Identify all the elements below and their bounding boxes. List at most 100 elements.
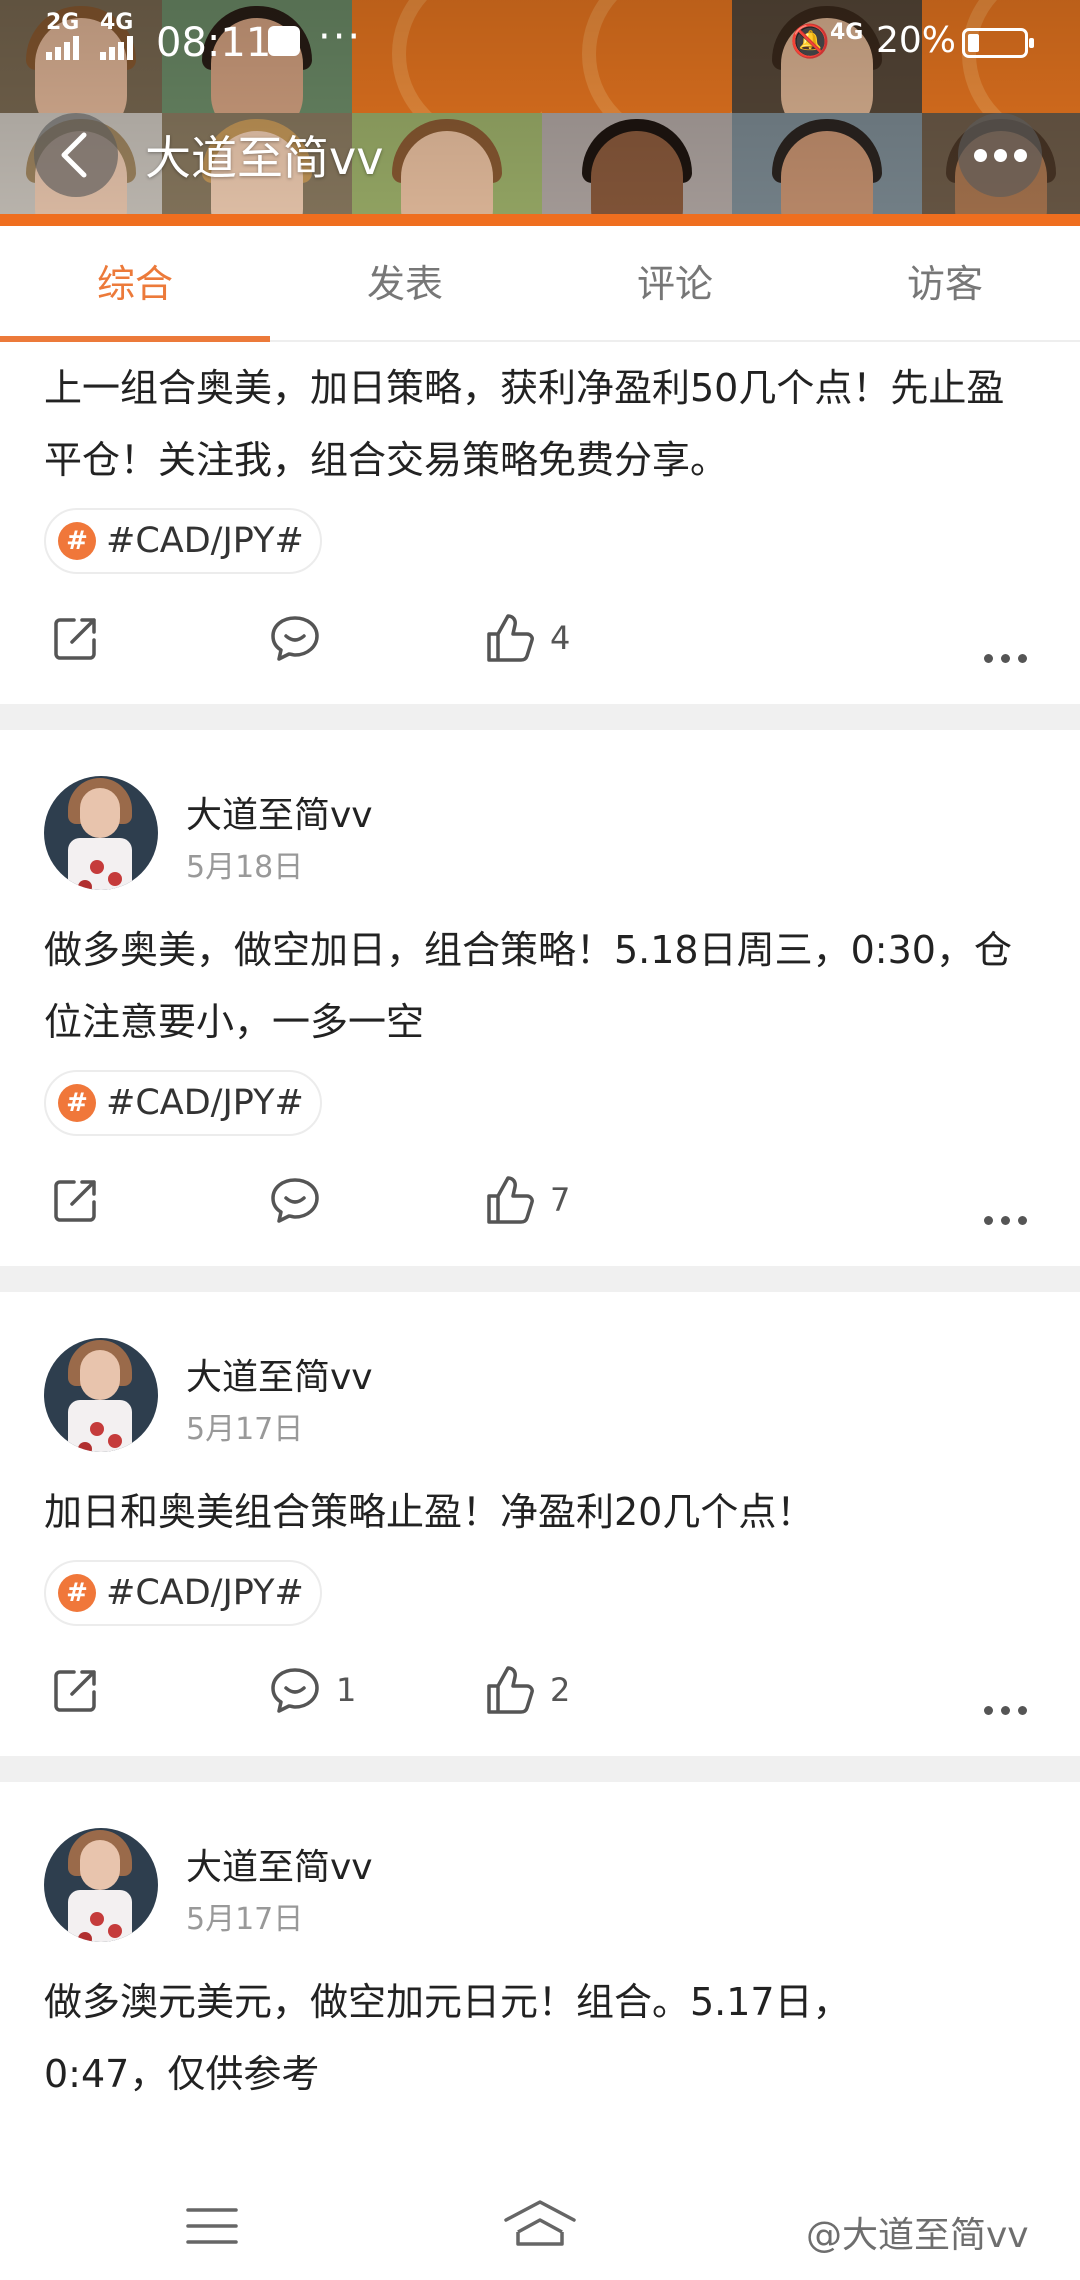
dot-icon <box>1013 148 1027 162</box>
post-header: 大道至简vv 5月17日 <box>0 1292 1080 1462</box>
share-button[interactable] <box>50 610 102 666</box>
like-count: 7 <box>550 1181 571 1219</box>
scroll-fade <box>0 2118 1080 2162</box>
post-actions: 1 2 <box>0 1626 1080 1756</box>
avatar[interactable] <box>44 776 158 890</box>
like-button[interactable]: 7 <box>482 1172 570 1228</box>
feed-post[interactable]: 大道至简vv 5月17日 加日和奥美组合策略止盈！净盈利20几个点！ # #CA… <box>0 1292 1080 1756</box>
dot-icon <box>984 653 993 663</box>
avatar[interactable] <box>44 1828 158 1942</box>
more-options-button[interactable] <box>958 113 1042 197</box>
comment-button[interactable] <box>268 1172 322 1228</box>
notification-icon <box>268 26 300 56</box>
back-arrow-icon <box>61 132 87 178</box>
like-count: 4 <box>550 619 571 657</box>
feed-post[interactable]: 上一组合奥美，加日策略，获利净盈利50几个点！先止盈平仓！关注我，组合交易策略免… <box>0 342 1080 704</box>
watermark: @大道至简vv <box>806 2215 1029 2256</box>
post-date: 5月17日 <box>186 1412 304 1447</box>
author-name[interactable]: 大道至简vv <box>186 786 373 838</box>
battery-icon <box>962 28 1034 58</box>
share-button[interactable] <box>50 1172 102 1228</box>
mute-bell-icon: 🔕 <box>790 22 830 60</box>
dot-icon <box>1018 653 1027 663</box>
topic-tag[interactable]: # #CAD/JPY# <box>44 508 322 574</box>
more-notifications-icon: ··· <box>318 14 363 60</box>
post-header: 大道至简vv 5月18日 <box>0 730 1080 900</box>
share-button[interactable] <box>50 1662 102 1718</box>
network-label: 4G <box>830 20 864 45</box>
home-button[interactable] <box>502 2198 578 2252</box>
dot-icon <box>1001 1705 1010 1715</box>
dot-icon <box>1001 1215 1010 1225</box>
cover-orange-bar <box>0 214 1080 226</box>
post-date: 5月18日 <box>186 850 304 885</box>
app-root: 2G 4G 08:11 ··· 🔕 4G 20% 大道至简vv 综合 发表 评论… <box>0 0 1080 2280</box>
battery-percent: 20% <box>876 20 957 61</box>
comment-button[interactable]: 1 <box>268 1662 356 1718</box>
topic-tag[interactable]: # #CAD/JPY# <box>44 1070 322 1136</box>
post-text: 做多澳元美元，做空加元日元！组合。5.17日， <box>44 1980 851 2024</box>
author-name[interactable]: 大道至简vv <box>186 1838 373 1890</box>
page-title: 大道至简vv <box>145 131 384 185</box>
tab-bar: 综合 发表 评论 访客 <box>0 226 1080 342</box>
post-text-continued: 0:47，仅供参考 <box>44 2052 320 2096</box>
dot-icon <box>973 148 987 162</box>
thumbs-up-icon <box>487 614 534 662</box>
dot-icon <box>1001 653 1010 663</box>
share-icon <box>54 1670 96 1712</box>
post-separator <box>0 1266 1080 1292</box>
post-date: 5月17日 <box>186 1902 304 1937</box>
feed-post[interactable]: 大道至简vv 5月17日 做多澳元美元，做空加元日元！组合。5.17日， 0:4… <box>0 1782 1080 2110</box>
dot-icon <box>1018 1705 1027 1715</box>
post-separator <box>0 1756 1080 1782</box>
author-name[interactable]: 大道至简vv <box>186 1348 373 1400</box>
avatar[interactable] <box>44 1338 158 1452</box>
post-text: 做多奥美，做空加日，组合策略！5.18日周三，0:30，仓位注意要小，一多一空 <box>44 928 1012 1044</box>
comment-icon <box>271 1178 319 1223</box>
like-count: 2 <box>550 1671 571 1709</box>
share-icon <box>54 618 96 660</box>
home-icon <box>504 2200 576 2246</box>
post-text: 上一组合奥美，加日策略，获利净盈利50几个点！先止盈平仓！关注我，组合交易策略免… <box>44 366 1005 482</box>
post-more-button[interactable] <box>984 1192 1027 1248</box>
tab-all[interactable]: 综合 <box>0 226 270 342</box>
tab-visitors[interactable]: 访客 <box>810 226 1080 340</box>
like-button[interactable]: 2 <box>482 1662 570 1718</box>
post-more-button[interactable] <box>984 630 1027 686</box>
signal-bars-icon <box>100 34 133 60</box>
signal-label: 2G <box>46 10 80 35</box>
comment-icon <box>271 616 319 661</box>
dot-icon <box>984 1705 993 1715</box>
post-actions: 4 <box>0 574 1080 704</box>
topic-label: #CAD/JPY# <box>106 1083 304 1123</box>
comment-icon <box>271 1668 319 1713</box>
topic-label: #CAD/JPY# <box>106 521 304 561</box>
tab-posts[interactable]: 发表 <box>270 226 540 340</box>
post-separator <box>0 704 1080 730</box>
topic-tag[interactable]: # #CAD/JPY# <box>44 1560 322 1626</box>
topic-label: #CAD/JPY# <box>106 1573 304 1613</box>
comment-button[interactable] <box>268 610 322 666</box>
menu-button[interactable] <box>186 2206 238 2250</box>
back-button[interactable] <box>34 113 118 197</box>
bottom-navigation-bar: @大道至简vv <box>0 2162 1080 2280</box>
share-icon <box>54 1180 96 1222</box>
thumbs-up-icon <box>487 1666 534 1714</box>
like-button[interactable]: 4 <box>482 610 570 666</box>
post-more-button[interactable] <box>984 1682 1027 1738</box>
thumbs-up-icon <box>487 1176 534 1224</box>
hashtag-icon: # <box>58 522 96 560</box>
tab-comments[interactable]: 评论 <box>540 226 810 340</box>
comment-count: 1 <box>336 1671 357 1709</box>
feed-post[interactable]: 大道至简vv 5月18日 做多奥美，做空加日，组合策略！5.18日周三，0:30… <box>0 730 1080 1266</box>
hashtag-icon: # <box>58 1084 96 1122</box>
feed-list: 上一组合奥美，加日策略，获利净盈利50几个点！先止盈平仓！关注我，组合交易策略免… <box>0 342 1080 2110</box>
signal-label: 4G <box>100 10 134 35</box>
dot-icon <box>984 1215 993 1225</box>
status-bar: 2G 4G 08:11 ··· 🔕 4G 20% <box>0 0 1080 80</box>
dot-icon <box>1018 1215 1027 1225</box>
dot-icon <box>993 148 1007 162</box>
clock: 08:11 <box>156 20 272 66</box>
post-text: 加日和奥美组合策略止盈！净盈利20几个点！ <box>44 1490 815 1534</box>
battery-level <box>968 34 979 52</box>
